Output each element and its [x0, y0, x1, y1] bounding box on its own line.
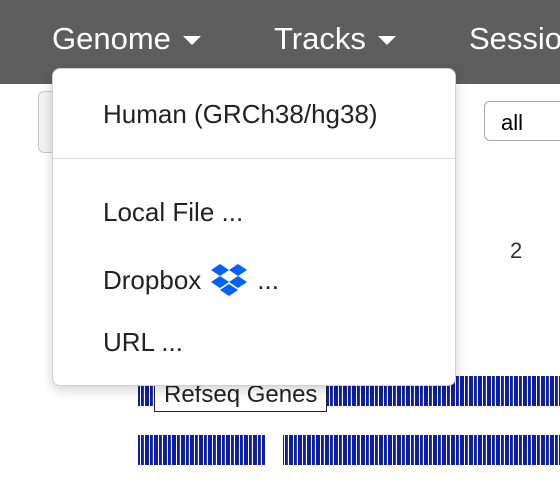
menu-item-dropbox[interactable]: Dropbox ... [103, 264, 279, 296]
menu-item-local-file[interactable]: Local File ... [103, 197, 243, 228]
genome-dropdown-menu: Human (GRCh38/hg38) Local File ... Dropb… [52, 68, 456, 386]
menu-item-label: URL ... [103, 327, 183, 357]
nav-genome-menu[interactable]: Genome [52, 16, 201, 62]
nav-tracks-label: Tracks [274, 21, 366, 56]
track-gap [265, 435, 283, 465]
menu-item-suffix: ... [257, 264, 279, 295]
menu-item-label: Local File ... [103, 197, 244, 227]
gene-track-features[interactable] [138, 435, 560, 465]
caret-down-icon [182, 35, 201, 45]
menu-item-label: Dropbox [103, 264, 202, 295]
nav-tracks-menu[interactable]: Tracks [274, 16, 396, 62]
menu-item-label: Human (GRCh38/hg38) [103, 99, 378, 129]
menu-item-human-genome[interactable]: Human (GRCh38/hg38) [103, 99, 378, 130]
nav-genome-label: Genome [52, 21, 171, 56]
caret-down-icon [377, 35, 396, 45]
nav-session-label: Sessio [469, 21, 560, 56]
chromosome-select[interactable]: all [484, 101, 560, 141]
chromosome-select-value: all [501, 110, 524, 135]
ruler-tick-label: 2 [510, 238, 523, 263]
menu-divider [53, 158, 455, 159]
menu-item-url[interactable]: URL ... [103, 327, 183, 358]
nav-session-menu[interactable]: Sessio [469, 16, 560, 62]
dropbox-icon [211, 264, 248, 296]
